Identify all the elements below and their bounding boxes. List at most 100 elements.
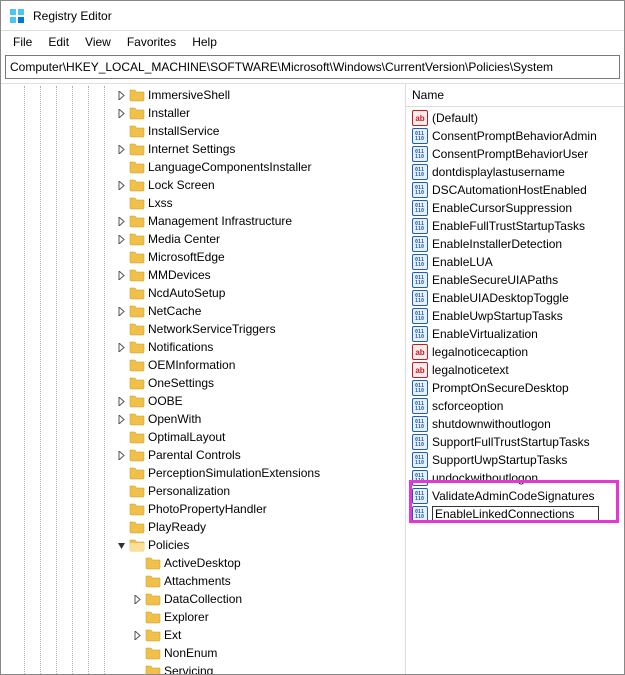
value-name: undockwithoutlogon xyxy=(432,471,538,485)
tree-item-nonenum[interactable]: NonEnum xyxy=(1,644,405,662)
value-row[interactable]: 011110EnableUIADesktopToggle xyxy=(406,289,624,307)
tree-label: NcdAutoSetup xyxy=(148,286,231,300)
svg-text:110: 110 xyxy=(415,172,424,178)
folder-icon xyxy=(145,555,161,571)
expand-icon[interactable] xyxy=(113,87,129,103)
tree-item-installer[interactable]: Installer xyxy=(1,104,405,122)
tree-item-notifications[interactable]: Notifications xyxy=(1,338,405,356)
tree-item-ncdautosetup[interactable]: NcdAutoSetup xyxy=(1,284,405,302)
tree-item-mmdevices[interactable]: MMDevices xyxy=(1,266,405,284)
tree-item-optimallayout[interactable]: OptimalLayout xyxy=(1,428,405,446)
tree-item-lxss[interactable]: Lxss xyxy=(1,194,405,212)
tree-item-datacollection[interactable]: DataCollection xyxy=(1,590,405,608)
dword-value-icon: 011110 xyxy=(412,254,428,270)
value-row[interactable]: 011110dontdisplaylastusername xyxy=(406,163,624,181)
value-row[interactable]: 011110ConsentPromptBehaviorUser xyxy=(406,145,624,163)
value-row[interactable]: 011110ConsentPromptBehaviorAdmin xyxy=(406,127,624,145)
value-row[interactable]: 011110PromptOnSecureDesktop xyxy=(406,379,624,397)
value-row[interactable]: 011110EnableSecureUIAPaths xyxy=(406,271,624,289)
expand-icon[interactable] xyxy=(113,411,129,427)
menu-view[interactable]: View xyxy=(77,33,119,51)
value-row[interactable]: 011110SupportUwpStartupTasks xyxy=(406,451,624,469)
value-row[interactable]: 011110EnableUwpStartupTasks xyxy=(406,307,624,325)
tree-label: MMDevices xyxy=(148,268,217,282)
svg-text:110: 110 xyxy=(415,460,424,466)
folder-icon xyxy=(129,519,145,535)
value-row[interactable]: ab(Default) xyxy=(406,109,624,127)
tree-pane[interactable]: ImmersiveShellInstallerInstallServiceInt… xyxy=(1,84,406,674)
tree-item-netcache[interactable]: NetCache xyxy=(1,302,405,320)
tree-label: Lxss xyxy=(148,196,179,210)
expand-icon[interactable] xyxy=(113,267,129,283)
expand-icon[interactable] xyxy=(113,213,129,229)
tree-item-oobe[interactable]: OOBE xyxy=(1,392,405,410)
tree-item-microsoftedge[interactable]: MicrosoftEdge xyxy=(1,248,405,266)
collapse-icon[interactable] xyxy=(113,537,129,553)
value-row[interactable]: 011110SupportFullTrustStartupTasks xyxy=(406,433,624,451)
column-header-name[interactable]: Name xyxy=(406,84,624,107)
tree-item-explorer[interactable]: Explorer xyxy=(1,608,405,626)
value-row[interactable]: 011110ValidateAdminCodeSignatures xyxy=(406,487,624,505)
value-row[interactable]: 011110EnableCursorSuppression xyxy=(406,199,624,217)
tree-item-playready[interactable]: PlayReady xyxy=(1,518,405,536)
tree-item-oeminformation[interactable]: OEMInformation xyxy=(1,356,405,374)
value-row-editing[interactable]: 011110 xyxy=(406,505,624,523)
value-row[interactable]: 011110EnableVirtualization xyxy=(406,325,624,343)
expand-icon[interactable] xyxy=(129,627,145,643)
tree-item-ext[interactable]: Ext xyxy=(1,626,405,644)
expand-icon[interactable] xyxy=(113,447,129,463)
value-name: EnableLUA xyxy=(432,255,493,269)
folder-icon xyxy=(145,627,161,643)
value-row[interactable]: 011110undockwithoutlogon xyxy=(406,469,624,487)
menu-edit[interactable]: Edit xyxy=(40,33,77,51)
values-pane[interactable]: Name ab(Default)011110ConsentPromptBehav… xyxy=(406,84,624,674)
dword-value-icon: 011110 xyxy=(412,452,428,468)
tree-item-personalization[interactable]: Personalization xyxy=(1,482,405,500)
tree-item-installservice[interactable]: InstallService xyxy=(1,122,405,140)
value-row[interactable]: ablegalnoticecaption xyxy=(406,343,624,361)
tree-item-photopropertyhandler[interactable]: PhotoPropertyHandler xyxy=(1,500,405,518)
tree-item-perceptionsimulationextensions[interactable]: PerceptionSimulationExtensions xyxy=(1,464,405,482)
tree-item-activedesktop[interactable]: ActiveDesktop xyxy=(1,554,405,572)
expand-icon[interactable] xyxy=(113,303,129,319)
folder-icon xyxy=(145,645,161,661)
expand-icon[interactable] xyxy=(129,591,145,607)
value-row[interactable]: 011110EnableFullTrustStartupTasks xyxy=(406,217,624,235)
tree-item-media-center[interactable]: Media Center xyxy=(1,230,405,248)
menu-file[interactable]: File xyxy=(5,33,40,51)
folder-icon xyxy=(129,447,145,463)
value-row[interactable]: 011110shutdownwithoutlogon xyxy=(406,415,624,433)
tree-item-immersiveshell[interactable]: ImmersiveShell xyxy=(1,86,405,104)
value-row[interactable]: 011110 EnableLUA xyxy=(406,253,624,271)
svg-text:110: 110 xyxy=(415,424,424,430)
tree-item-servicing[interactable]: Servicing xyxy=(1,662,405,674)
value-row[interactable]: 011110scforceoption xyxy=(406,397,624,415)
menu-favorites[interactable]: Favorites xyxy=(119,33,184,51)
tree-item-openwith[interactable]: OpenWith xyxy=(1,410,405,428)
expand-icon[interactable] xyxy=(113,393,129,409)
value-name-edit-input[interactable] xyxy=(432,506,599,522)
value-name: EnableUIADesktopToggle xyxy=(432,291,569,305)
tree-label: Management Infrastructure xyxy=(148,214,298,228)
titlebar: Registry Editor xyxy=(1,1,624,31)
expand-icon[interactable] xyxy=(113,141,129,157)
address-bar[interactable]: Computer\HKEY_LOCAL_MACHINE\SOFTWARE\Mic… xyxy=(5,55,620,79)
menu-help[interactable]: Help xyxy=(184,33,225,51)
tree-item-lock-screen[interactable]: Lock Screen xyxy=(1,176,405,194)
value-row[interactable]: ablegalnoticetext xyxy=(406,361,624,379)
tree-item-management-infrastructure[interactable]: Management Infrastructure xyxy=(1,212,405,230)
expand-icon[interactable] xyxy=(113,105,129,121)
value-row[interactable]: 011110EnableInstallerDetection xyxy=(406,235,624,253)
value-row[interactable]: 011110DSCAutomationHostEnabled xyxy=(406,181,624,199)
tree-item-languagecomponentsinstaller[interactable]: LanguageComponentsInstaller xyxy=(1,158,405,176)
tree-item-policies[interactable]: Policies xyxy=(1,536,405,554)
expand-icon[interactable] xyxy=(113,231,129,247)
expand-icon[interactable] xyxy=(113,339,129,355)
tree-item-networkservicetriggers[interactable]: NetworkServiceTriggers xyxy=(1,320,405,338)
dword-value-icon: 011110 xyxy=(412,416,428,432)
tree-item-attachments[interactable]: Attachments xyxy=(1,572,405,590)
tree-item-internet-settings[interactable]: Internet Settings xyxy=(1,140,405,158)
tree-item-onesettings[interactable]: OneSettings xyxy=(1,374,405,392)
expand-icon[interactable] xyxy=(113,177,129,193)
tree-item-parental-controls[interactable]: Parental Controls xyxy=(1,446,405,464)
